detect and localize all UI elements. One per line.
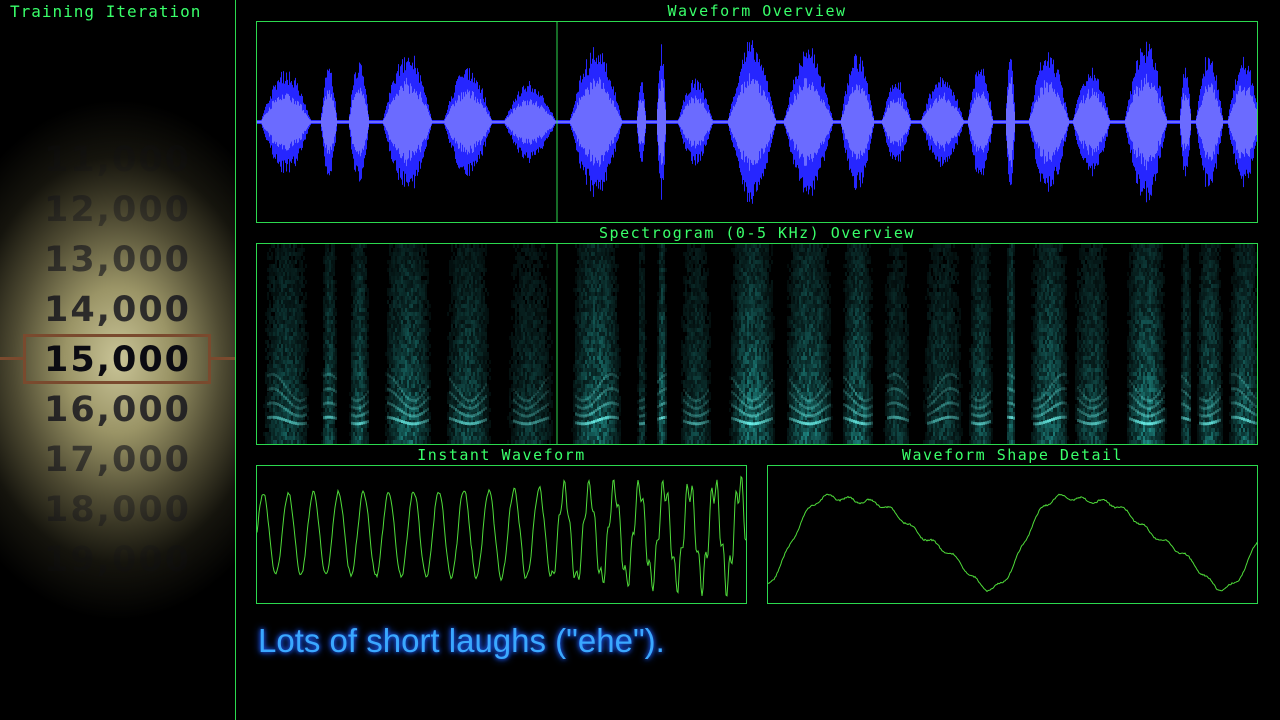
- caption-text: Lots of short laughs ("ehe").: [258, 622, 665, 659]
- iteration-item: 16,000: [43, 390, 192, 430]
- waveform-shape-trace: [768, 493, 1257, 593]
- iteration-item: 17,000: [43, 440, 192, 480]
- iteration-item: 13,000: [43, 240, 192, 280]
- waveform-envelope-inner: [257, 73, 1257, 171]
- spectrogram-overview-plot: [257, 244, 1257, 444]
- iteration-item: 11,000: [43, 140, 192, 180]
- instant-waveform-title: Instant Waveform: [417, 446, 586, 464]
- iteration-sidebar: Training Iteration 11,000 12,000 13,000 14,…: [0, 0, 235, 720]
- iteration-item: 18,000: [43, 490, 192, 530]
- waveform-overview-title: Waveform Overview: [667, 2, 847, 20]
- iteration-item: 19,000: [43, 540, 192, 580]
- waveform-overview-panel[interactable]: [256, 21, 1258, 223]
- iteration-item: 14,000: [43, 290, 192, 330]
- waveform-shape-detail-plot: [768, 493, 1257, 593]
- instant-waveform-plot: [257, 475, 746, 597]
- sidebar-divider: [235, 0, 236, 720]
- selection-tick-left: [0, 357, 23, 360]
- instant-waveform-trace: [257, 475, 746, 597]
- waveform-shape-detail-panel: [767, 465, 1258, 604]
- instant-waveform-panel: [256, 465, 747, 604]
- current-iteration-highlight: [23, 334, 211, 384]
- sidebar-title: Training Iteration: [10, 2, 202, 21]
- waveform-shape-detail-title: Waveform Shape Detail: [901, 446, 1124, 464]
- waveform-overview-plot: [257, 22, 1257, 222]
- iteration-item: 12,000: [43, 190, 192, 230]
- selection-tick-right: [211, 357, 235, 360]
- spectrogram-overview-title: Spectrogram (0-5 KHz) Overview: [599, 224, 915, 242]
- spectrogram-overview-panel[interactable]: [256, 243, 1258, 445]
